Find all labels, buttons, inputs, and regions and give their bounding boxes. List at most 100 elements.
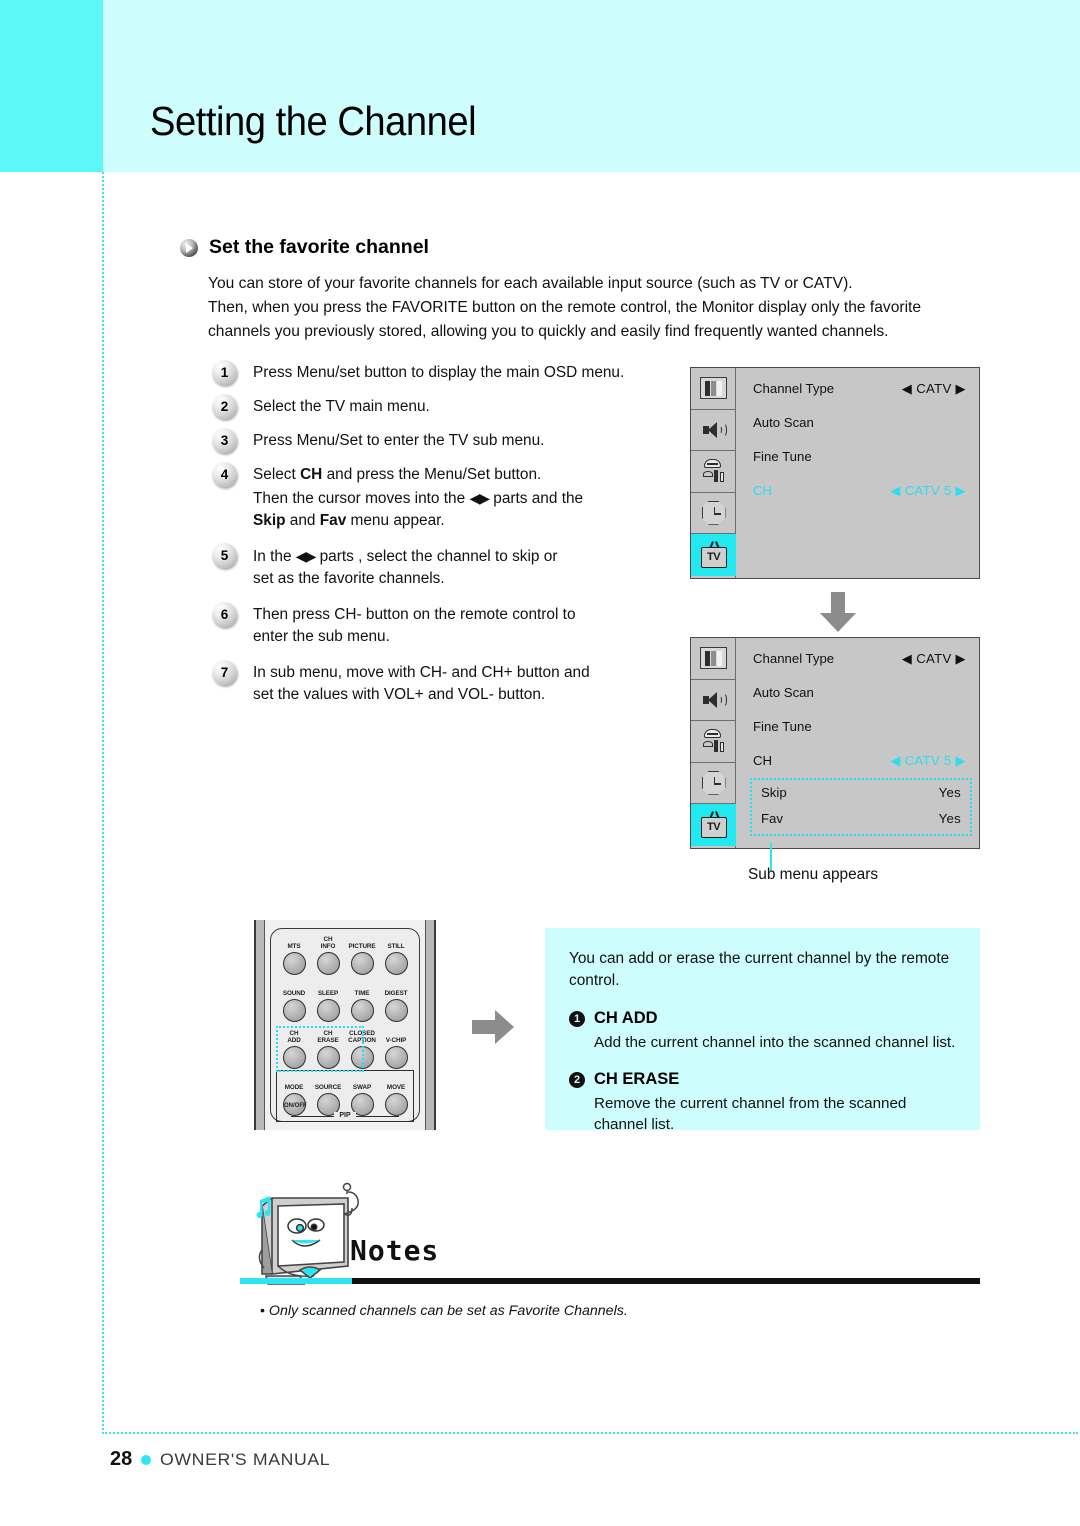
intro-line: You can store of your favorite channels … <box>208 275 853 292</box>
osd-submenu-row-skip[interactable]: Skip Yes <box>761 785 961 811</box>
remote-body: MTS CH INFO PICTURE STILL SOUND SLEEP TI… <box>270 928 420 1122</box>
info-item-title: CH ERASE <box>594 1070 680 1088</box>
remote-button-sleep[interactable]: SLEEP <box>311 982 345 1028</box>
osd-icon-rail: TV <box>691 638 736 848</box>
osd-submenu-row-fav[interactable]: Fav Yes <box>761 811 961 837</box>
remote-button-picture[interactable]: PICTURE <box>345 935 379 981</box>
notes-title: Notes <box>350 1234 440 1267</box>
osd-submenu-label: Fav <box>761 811 783 826</box>
remote-button-digest[interactable]: DIGEST <box>379 982 413 1028</box>
tv-icon[interactable]: TV <box>691 804 736 846</box>
sound-icon[interactable] <box>691 680 736 721</box>
osd-row-ch[interactable]: CH ◀ CATV 5 ▶ <box>753 483 966 517</box>
step-number: 2 <box>212 394 237 419</box>
osd-submenu-box: Skip Yes Fav Yes <box>750 778 972 836</box>
step-line: set as the favorite channels. <box>253 570 445 587</box>
sound-icon[interactable] <box>691 410 736 451</box>
page-number: 28 <box>110 1448 133 1470</box>
info-item-desc: Remove the current channel from the scan… <box>594 1095 907 1133</box>
button-knob[interactable] <box>384 1046 408 1069</box>
osd-row-value: ◀ CATV 5 ▶ <box>890 753 966 768</box>
badge-number: 2 <box>569 1071 585 1088</box>
remote-control-diagram: MTS CH INFO PICTURE STILL SOUND SLEEP TI… <box>254 920 436 1130</box>
onoff-label: ON/OFF <box>284 1103 307 1109</box>
step-text: In the ◀▶ parts , select the channel to … <box>253 543 557 591</box>
info-item-desc: Add the current channel into the scanned… <box>594 1034 956 1051</box>
step-number: 7 <box>212 659 237 685</box>
button-knob[interactable] <box>384 952 408 975</box>
osd-screen-main: TV Channel Type ◀ CATV ▶ Auto Scan Fine … <box>690 367 980 579</box>
page-footer: 28 OWNER'S MANUAL <box>110 1448 330 1471</box>
remote-button-v-chip[interactable]: V-CHIP <box>379 1029 413 1075</box>
osd-submenu-value: Yes <box>938 785 961 800</box>
remote-button-time[interactable]: TIME <box>345 982 379 1028</box>
button-knob[interactable] <box>350 952 374 975</box>
remote-button-sound[interactable]: SOUND <box>277 982 311 1028</box>
badge-number: 1 <box>569 1010 585 1027</box>
button-knob[interactable] <box>316 999 340 1022</box>
step-text: Select the TV main menu. <box>253 394 430 419</box>
step-number: 3 <box>212 428 237 453</box>
button-knob[interactable] <box>282 952 306 975</box>
step-item: 7 In sub menu, move with CH- and CH+ but… <box>212 659 682 707</box>
button-knob[interactable] <box>282 999 306 1022</box>
remote-button-ch-info[interactable]: CH INFO <box>311 935 345 981</box>
step-number: 1 <box>212 360 237 385</box>
down-arrow-icon <box>820 592 856 632</box>
notes-rule <box>352 1278 980 1284</box>
osd-row-label: Channel Type <box>753 651 835 666</box>
remote-button-mts[interactable]: MTS <box>277 935 311 981</box>
button-knob[interactable] <box>384 999 408 1022</box>
notes-section: Notes • Only scanned channels can be set… <box>240 1176 980 1326</box>
right-arrow-icon <box>472 1010 514 1044</box>
picture-icon[interactable] <box>691 638 736 680</box>
step-item: 6 Then press CH- button on the remote co… <box>212 601 682 649</box>
button-knob[interactable] <box>350 999 374 1022</box>
remote-button-still[interactable]: STILL <box>379 935 413 981</box>
osd-row-label: CH <box>753 483 773 498</box>
tv-icon-label: TV <box>700 546 727 568</box>
osd-row[interactable]: Fine Tune <box>753 719 966 753</box>
play-bullet-icon <box>180 238 198 257</box>
step-line: In sub menu, move with CH- and CH+ butto… <box>253 663 590 681</box>
step-line: enter the sub menu. <box>253 628 390 645</box>
header-band <box>103 0 1080 172</box>
ch-add-erase-box: You can add or erase the current channel… <box>545 928 980 1133</box>
step-item: 3 Press Menu/Set to enter the TV sub men… <box>212 428 682 453</box>
step-line: Select CH and press the Menu/Set button. <box>253 466 542 483</box>
page-frame-left <box>102 172 104 1434</box>
step-line: Select the TV main menu. <box>253 398 430 415</box>
setup-icon[interactable] <box>691 721 736 763</box>
picture-icon[interactable] <box>691 368 736 410</box>
tv-icon[interactable]: TV <box>691 534 736 576</box>
step-text: Select CH and press the Menu/Set button.… <box>253 462 583 533</box>
step-item: 2 Select the TV main menu. <box>212 394 682 419</box>
setup-icon[interactable] <box>691 451 736 493</box>
page-title: Setting the Channel <box>150 98 477 144</box>
remote-highlight-box <box>276 1026 364 1072</box>
osd-row[interactable]: Channel Type ◀ CATV ▶ <box>753 651 966 685</box>
step-line: Then the cursor moves into the ◀▶ parts … <box>253 489 584 507</box>
manual-page: Setting the Channel Set the favorite cha… <box>0 0 1080 1526</box>
intro-line: Then, when you press the FAVORITE button… <box>208 299 922 316</box>
page-frame-bottom <box>102 1432 1078 1434</box>
notes-text: • Only scanned channels can be set as Fa… <box>260 1303 628 1319</box>
osd-row[interactable]: Fine Tune <box>753 449 966 483</box>
notes-rule-accent <box>240 1278 352 1284</box>
osd-row[interactable]: Auto Scan <box>753 415 966 449</box>
osd-row-value: ◀ CATV ▶ <box>901 381 966 396</box>
osd-row-label: Auto Scan <box>753 685 814 700</box>
clock-icon[interactable] <box>691 763 736 804</box>
pip-label: PIP <box>277 1112 413 1119</box>
clock-icon[interactable] <box>691 493 736 534</box>
notes-body: Only scanned channels can be set as Favo… <box>268 1303 628 1319</box>
footer-label: OWNER'S MANUAL <box>160 1449 331 1469</box>
pip-group-box: ON/OFF PIP <box>276 1070 414 1122</box>
step-number: 5 <box>212 542 237 568</box>
submenu-caption: Sub menu appears <box>748 866 879 883</box>
step-line: Press Menu/Set to enter the TV sub menu. <box>253 432 545 449</box>
osd-row[interactable]: Auto Scan <box>753 685 966 719</box>
osd-row[interactable]: Channel Type ◀ CATV ▶ <box>753 381 966 415</box>
tv-icon-label: TV <box>700 816 727 838</box>
button-knob[interactable] <box>316 952 340 975</box>
